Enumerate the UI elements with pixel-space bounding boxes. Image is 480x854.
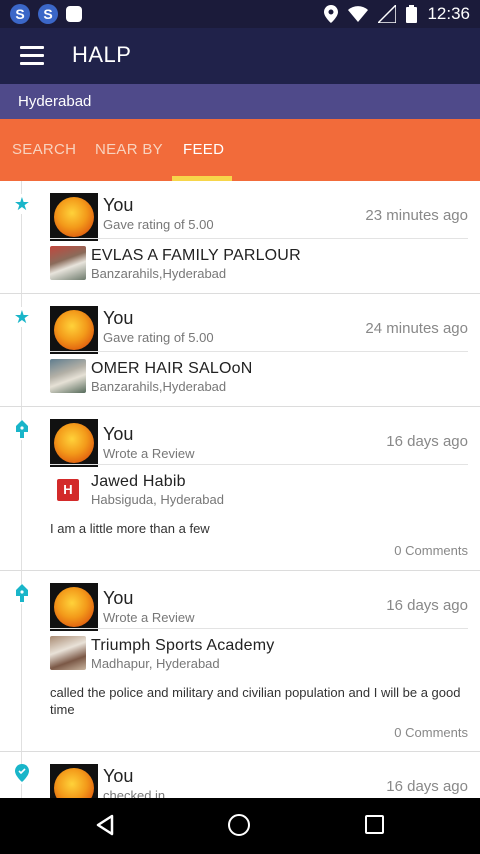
- activity-time: 24 minutes ago: [365, 320, 468, 337]
- activity-action: Gave rating of 5.00: [103, 217, 214, 232]
- user-name: You: [103, 766, 134, 786]
- star-icon: ★: [12, 194, 32, 214]
- business-location: Madhapur, Hyderabad: [91, 656, 220, 671]
- item-divider: [0, 293, 480, 294]
- back-icon[interactable]: [94, 814, 116, 836]
- home-icon[interactable]: [228, 814, 250, 836]
- app-title: HALP: [72, 42, 132, 67]
- business-thumbnail: [50, 246, 86, 280]
- item-divider: [0, 570, 480, 571]
- divider: [50, 464, 468, 465]
- star-icon: ★: [12, 307, 32, 327]
- notification-s-icon: S: [38, 4, 58, 24]
- activity-time: 16 days ago: [386, 433, 468, 450]
- tab-bar: SEARCH NEAR BY FEED: [0, 119, 480, 181]
- feed-list[interactable]: ★ You Gave rating of 5.00 23 minutes ago…: [0, 181, 480, 798]
- divider: [50, 351, 468, 352]
- timeline-line: [21, 181, 22, 798]
- activity-time: 23 minutes ago: [365, 207, 468, 224]
- notification-s-icon: S: [10, 4, 30, 24]
- comments-link[interactable]: 0 Comments: [394, 725, 468, 740]
- business-location: Banzarahils,Hyderabad: [91, 379, 227, 394]
- divider: [50, 628, 468, 629]
- location-label: Hyderabad: [18, 93, 92, 110]
- user-avatar: [50, 419, 98, 467]
- user-name: You: [103, 308, 134, 328]
- business-location: Habsiguda, Hyderabad: [91, 492, 224, 507]
- user-name: You: [103, 195, 134, 215]
- battery-icon: [406, 5, 418, 23]
- signal-icon: [378, 5, 397, 23]
- business-logo: H: [57, 479, 79, 501]
- activity-action: Wrote a Review: [103, 610, 195, 625]
- divider: [50, 238, 468, 239]
- tab-search[interactable]: SEARCH: [12, 141, 76, 158]
- business-thumbnail: [50, 359, 86, 393]
- status-bar: S S 12:36: [0, 0, 480, 28]
- activity-action: Gave rating of 5.00: [103, 330, 214, 345]
- recent-apps-icon[interactable]: [365, 815, 384, 834]
- business-name[interactable]: EVLAS A FAMILY PARLOUR: [91, 247, 301, 265]
- business-thumbnail: [50, 636, 86, 670]
- user-avatar: [50, 764, 98, 798]
- user-avatar: [50, 583, 98, 631]
- status-time: 12:36: [427, 4, 470, 23]
- location-bar[interactable]: Hyderabad: [0, 84, 480, 119]
- user-name: You: [103, 588, 134, 608]
- tab-near-by[interactable]: NEAR BY: [95, 141, 163, 158]
- review-text: I am a little more than a few: [50, 521, 210, 536]
- app-bar: HALP: [0, 28, 480, 84]
- checkin-icon: [12, 764, 32, 784]
- item-divider: [0, 751, 480, 752]
- pen-icon: [12, 420, 32, 440]
- business-name[interactable]: Triumph Sports Academy: [91, 637, 274, 655]
- wifi-icon: [348, 6, 369, 22]
- android-notification-icon: [66, 6, 82, 22]
- hamburger-menu-icon[interactable]: [20, 46, 44, 66]
- activity-time: 16 days ago: [386, 597, 468, 614]
- pen-icon: [12, 584, 32, 604]
- item-divider: [0, 406, 480, 407]
- comments-link[interactable]: 0 Comments: [394, 543, 468, 558]
- review-text: called the police and military and civil…: [50, 685, 461, 717]
- tab-feed[interactable]: FEED: [183, 141, 224, 158]
- location-icon: [324, 5, 339, 23]
- user-name: You: [103, 424, 134, 444]
- activity-action: Wrote a Review: [103, 446, 195, 461]
- user-avatar: [50, 306, 98, 354]
- system-nav-bar: [0, 798, 480, 854]
- business-name[interactable]: OMER HAIR SALOoN: [91, 360, 252, 378]
- business-name[interactable]: Jawed Habib: [91, 473, 186, 491]
- user-avatar: [50, 193, 98, 241]
- activity-action: checked in: [103, 788, 166, 798]
- business-location: Banzarahils,Hyderabad: [91, 266, 227, 281]
- activity-time: 16 days ago: [386, 778, 468, 795]
